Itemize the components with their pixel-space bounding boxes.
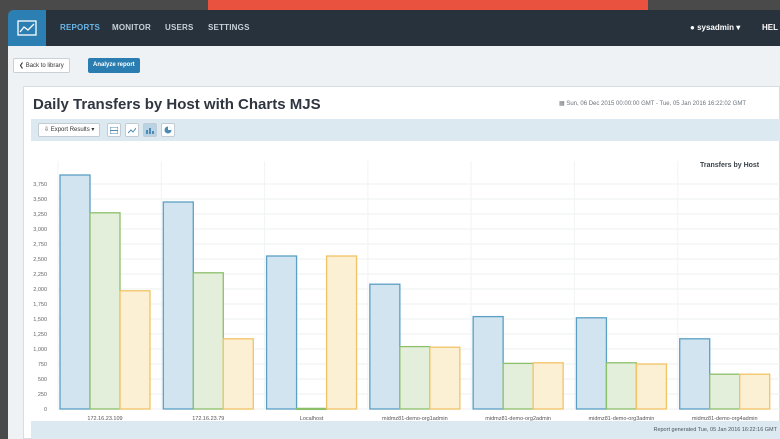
user-name: sysadmin	[697, 23, 734, 32]
bar	[162, 201, 194, 410]
bar	[605, 362, 638, 410]
y-tick-label: 1,500	[33, 317, 47, 323]
bar-chart: 0 250 500 750 1,000 1,250 1,500 1,750 2,000 2,250…	[33, 161, 780, 421]
bar	[399, 345, 431, 410]
nav-reports[interactable]: REPORTS	[60, 10, 100, 46]
y-tick-label: 250	[38, 392, 47, 398]
y-tick-label: 2,000	[33, 287, 47, 293]
bar	[532, 362, 564, 410]
y-tick-label: 3,750	[33, 182, 47, 188]
y-tick-label: 2,500	[33, 257, 47, 263]
y-tick-label: 2,250	[33, 272, 47, 278]
y-tick-label: 3,500	[33, 197, 47, 203]
y-tick-label: 3,250	[33, 212, 47, 218]
bar	[575, 317, 608, 410]
back-to-library-button[interactable]: ❮ Back to library	[13, 58, 70, 73]
nav-settings[interactable]: SETTINGS	[208, 10, 250, 46]
bar	[739, 373, 771, 410]
bar	[59, 174, 91, 410]
y-tick-label: 0	[44, 407, 47, 413]
chart-logo-icon	[17, 20, 37, 36]
bar	[325, 255, 358, 410]
report-panel: Daily Transfers by Host with Charts MJS …	[23, 86, 780, 439]
bar	[502, 362, 534, 410]
bar	[472, 315, 504, 410]
app-window: REPORTS MONITOR USERS SETTINGS ● sysadmi…	[8, 10, 780, 439]
report-footer: Report generated Tue, 05 Jan 2016 16:22:…	[31, 421, 780, 439]
bar	[429, 346, 461, 410]
nav-users[interactable]: USERS	[165, 10, 194, 46]
bar	[709, 373, 741, 410]
y-tick-label: 1,750	[33, 302, 47, 308]
chevron-left-icon: ❮	[19, 63, 25, 69]
y-tick-label: 2,750	[33, 242, 47, 248]
bar	[192, 272, 224, 410]
user-icon: ●	[690, 23, 695, 32]
navbar: REPORTS MONITOR USERS SETTINGS ● sysadmi…	[8, 10, 780, 46]
chevron-down-icon: ▾	[736, 23, 741, 32]
bar	[89, 212, 121, 410]
bar	[295, 407, 328, 411]
nav-help[interactable]: HEL	[762, 10, 778, 46]
analyze-report-button[interactable]: Analyze report	[88, 58, 140, 73]
y-tick-label: 1,250	[33, 332, 47, 338]
bar	[679, 338, 711, 410]
bar	[222, 338, 254, 410]
user-menu[interactable]: ● sysadmin ▾	[690, 10, 740, 46]
y-tick-label: 750	[38, 362, 47, 368]
report-generated-text: Report generated Tue, 05 Jan 2016 16:22:…	[653, 427, 777, 433]
bar	[119, 290, 151, 410]
y-tick-label: 500	[38, 377, 47, 383]
bar	[265, 255, 298, 410]
y-tick-label: 3,000	[33, 227, 47, 233]
y-tick-label: 1,000	[33, 347, 47, 353]
bar	[635, 363, 668, 410]
nav-monitor[interactable]: MONITOR	[112, 10, 151, 46]
back-label: Back to library	[25, 63, 64, 69]
bar	[369, 283, 401, 410]
app-logo[interactable]	[8, 10, 46, 46]
